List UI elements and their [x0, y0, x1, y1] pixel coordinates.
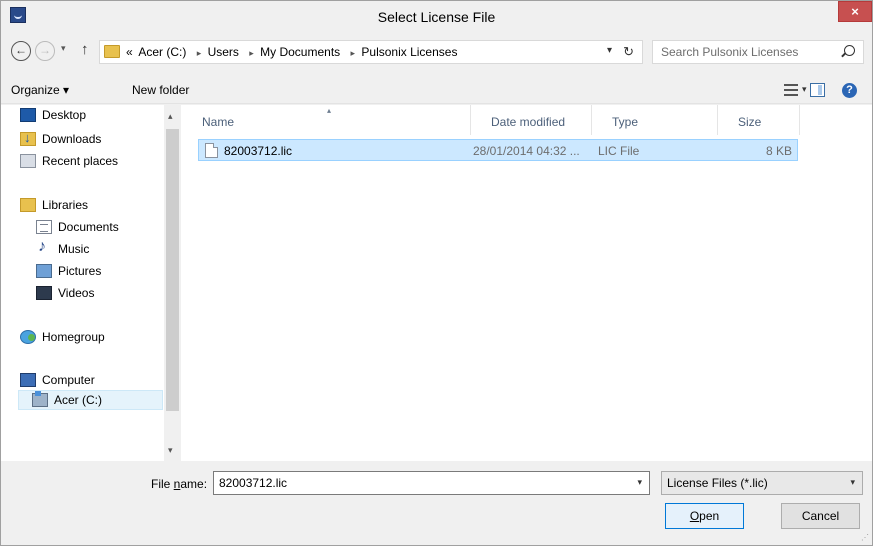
title-bar: Select License File × [1, 1, 872, 31]
sidebar-item-label: Computer [42, 373, 95, 387]
close-button[interactable]: × [838, 1, 872, 22]
resize-grip-icon[interactable]: ⋰ [861, 533, 869, 542]
music-icon [36, 238, 52, 256]
open-button[interactable]: Open [665, 503, 744, 529]
help-icon[interactable]: ? [842, 83, 857, 98]
column-header-name[interactable]: Name ▴ [182, 105, 471, 135]
sidebar-item-recent-places[interactable]: Recent places [20, 151, 118, 171]
sidebar-item-label: Acer (C:) [54, 393, 102, 407]
breadcrumb-my-documents[interactable]: My Documents [260, 45, 340, 59]
breadcrumb-users[interactable]: Users [208, 45, 239, 59]
file-date-modified: 28/01/2014 04:32 ... [473, 144, 580, 158]
breadcrumb-overflow[interactable]: « [126, 45, 133, 59]
file-size: 8 KB [766, 144, 793, 158]
breadcrumb-separator-icon[interactable]: ▸ [197, 48, 202, 58]
sidebar-item-pictures[interactable]: Pictures [36, 261, 101, 281]
organize-button[interactable]: Organize ▾ [11, 83, 69, 97]
search-input[interactable]: Search Pulsonix Licenses [652, 40, 864, 64]
sidebar-item-homegroup[interactable]: Homegroup [20, 327, 105, 347]
sort-ascending-icon: ▴ [327, 106, 332, 115]
file-type-value: License Files (*.lic) [667, 476, 768, 490]
window-title: Select License File [377, 9, 496, 25]
up-button[interactable]: ↑ [81, 41, 89, 58]
dialog-window: Select License File × ← → ▾ ↑ « Acer (C:… [0, 0, 873, 546]
bottom-bar: File name: 82003712.lic ▾ License Files … [1, 461, 872, 545]
sidebar-scrollbar[interactable]: ▴ ▾ [164, 105, 181, 461]
sidebar-item-label: Desktop [42, 108, 87, 122]
new-folder-button[interactable]: New folder [132, 83, 189, 97]
cancel-button[interactable]: Cancel [781, 503, 860, 529]
column-header-size[interactable]: Size [718, 105, 800, 135]
sidebar-item-documents[interactable]: Documents [36, 217, 119, 237]
file-type-select[interactable]: License Files (*.lic) ▾ [661, 471, 863, 495]
search-placeholder: Search Pulsonix Licenses [661, 45, 799, 59]
breadcrumb: « Acer (C:) ▸ Users ▸ My Documents ▸ Pul… [126, 45, 460, 59]
recent-locations-chevron-down-icon[interactable]: ▾ [61, 43, 66, 54]
table-row[interactable]: 82003712.lic 28/01/2014 04:32 ... LIC Fi… [198, 139, 798, 161]
sidebar-item-label: Music [58, 242, 90, 256]
main-area: Desktop Downloads Recent places Librarie… [1, 105, 872, 461]
search-icon[interactable] [844, 45, 855, 56]
breadcrumb-pulsonix-licenses[interactable]: Pulsonix Licenses [361, 45, 457, 59]
navigation-pane: Desktop Downloads Recent places Librarie… [1, 105, 164, 461]
drive-icon [32, 391, 48, 407]
sidebar-item-label: Documents [58, 220, 119, 234]
file-type: LIC File [598, 144, 640, 158]
toolbar: Organize ▾ New folder ▾ ? [1, 76, 872, 104]
sidebar-item-label: Videos [58, 286, 95, 300]
scrollbar-thumb[interactable] [166, 129, 179, 411]
breadcrumb-acer-c[interactable]: Acer (C:) [138, 45, 186, 59]
file-name-value: 82003712.lic [219, 476, 288, 490]
file-name-label: File name: [151, 477, 208, 491]
sidebar-item-videos[interactable]: Videos [36, 283, 94, 303]
sidebar-item-computer[interactable]: Computer [20, 370, 95, 390]
file-icon [205, 143, 218, 158]
preview-pane-icon[interactable] [810, 83, 825, 97]
sidebar-item-desktop[interactable]: Desktop [20, 105, 86, 125]
refresh-icon[interactable]: ↻ [623, 44, 634, 60]
forward-button[interactable]: → [35, 41, 55, 61]
sidebar-item-label: Homegroup [42, 330, 105, 344]
sidebar-item-acer-c[interactable]: Acer (C:) [18, 390, 163, 410]
change-view-icon[interactable] [784, 84, 798, 96]
recent-places-icon [20, 154, 36, 168]
file-name-field[interactable]: 82003712.lic ▾ [213, 471, 650, 495]
view-options-chevron-down-icon[interactable]: ▾ [802, 84, 807, 95]
column-header-date-modified[interactable]: Date modified [471, 105, 592, 135]
file-list: Name ▴ Date modified Type Size 82003712.… [182, 105, 872, 461]
homegroup-icon [20, 330, 36, 344]
sidebar-item-label: Recent places [42, 154, 119, 168]
breadcrumb-separator-icon[interactable]: ▸ [249, 48, 254, 58]
downloads-icon [20, 130, 36, 146]
documents-icon [36, 220, 52, 234]
scroll-up-icon[interactable]: ▴ [168, 111, 173, 122]
pictures-icon [36, 264, 52, 278]
videos-icon [36, 286, 52, 300]
breadcrumb-separator-icon[interactable]: ▸ [351, 48, 356, 58]
sidebar-item-label: Libraries [42, 198, 89, 212]
computer-icon [20, 373, 36, 387]
address-bar[interactable]: « Acer (C:) ▸ Users ▸ My Documents ▸ Pul… [99, 40, 643, 64]
libraries-icon [20, 198, 36, 212]
file-name: 82003712.lic [224, 144, 293, 158]
sidebar-item-libraries[interactable]: Libraries [20, 195, 88, 215]
sidebar-item-label: Downloads [42, 132, 102, 146]
file-type-chevron-down-icon[interactable]: ▾ [850, 477, 855, 488]
scroll-down-icon[interactable]: ▾ [168, 445, 173, 456]
folder-icon [104, 45, 120, 58]
sidebar-item-music[interactable]: Music [36, 238, 90, 259]
file-name-chevron-down-icon[interactable]: ▾ [637, 477, 642, 488]
navigation-bar: ← → ▾ ↑ « Acer (C:) ▸ Users ▸ My Documen… [1, 33, 872, 73]
desktop-icon [20, 108, 36, 122]
sidebar-item-label: Pictures [58, 264, 102, 278]
sidebar-item-downloads[interactable]: Downloads [20, 129, 101, 149]
address-dropdown-chevron-down-icon[interactable]: ▾ [607, 45, 612, 56]
back-button[interactable]: ← [11, 41, 31, 61]
column-header-type[interactable]: Type [592, 105, 718, 135]
